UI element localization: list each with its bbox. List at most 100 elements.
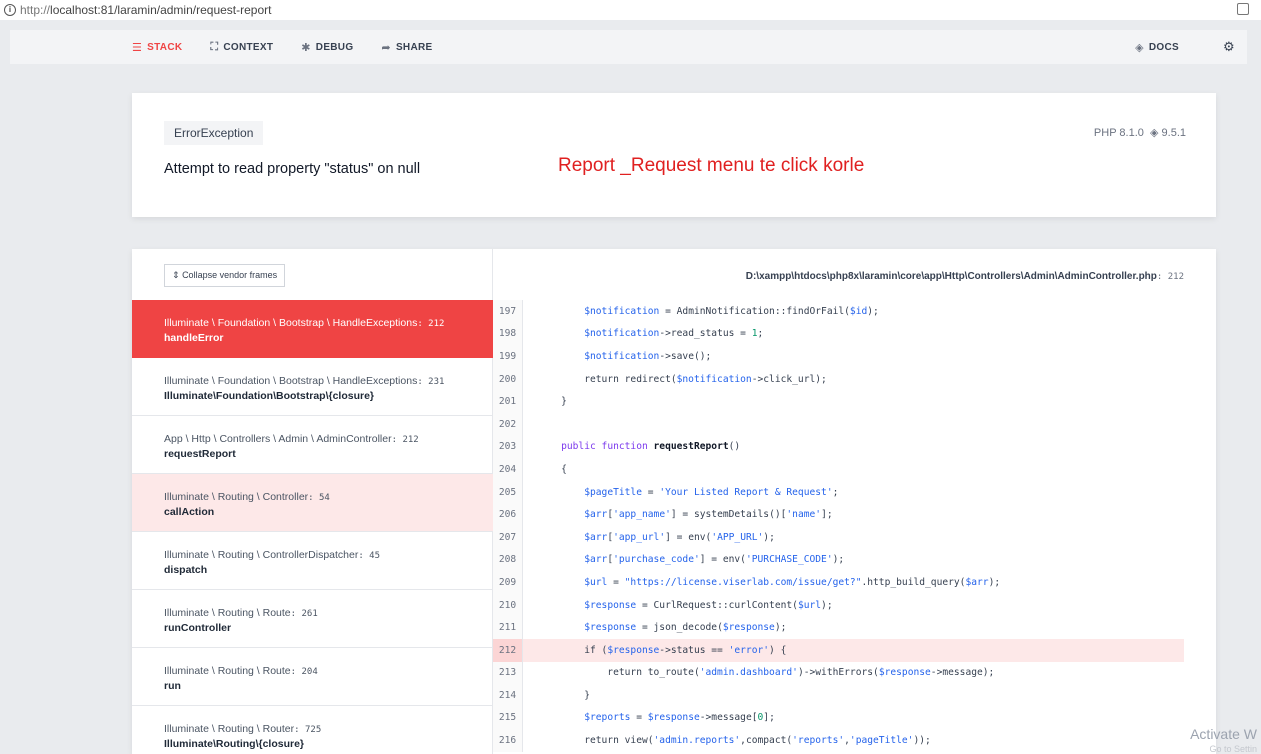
code-line: 203 public function requestReport() <box>493 435 1216 459</box>
line-number[interactable]: 211 <box>493 616 523 639</box>
top-nav: ☰ STACK ⛶ CONTEXT ✱ DEBUG ➦ SHARE ◈ DOCS… <box>10 30 1247 64</box>
frame-class: Illuminate \ Routing \ Route: 204 <box>164 665 318 677</box>
version-info: PHP 8.1.0 ◈ 9.5.1 <box>1094 126 1186 139</box>
laravel-version: 9.5.1 <box>1161 127 1186 139</box>
bug-icon: ✱ <box>301 41 311 54</box>
frame-list: Illuminate \ Foundation \ Bootstrap \ Ha… <box>132 300 493 754</box>
line-number[interactable]: 200 <box>493 367 523 391</box>
error-header-card: ErrorException Attempt to read property … <box>132 93 1216 217</box>
line-code: { <box>538 463 567 475</box>
url-scheme: http:// <box>20 3 51 17</box>
php-version: PHP 8.1.0 <box>1093 127 1144 139</box>
frame-function: callAction <box>164 506 215 518</box>
line-number[interactable]: 206 <box>493 503 523 526</box>
line-number[interactable]: 210 <box>493 593 523 617</box>
line-number[interactable]: 202 <box>493 412 523 436</box>
info-icon[interactable]: i <box>4 4 16 16</box>
code-lines: 197 $notification = AdminNotification::f… <box>493 300 1216 752</box>
line-number[interactable]: 201 <box>493 390 523 413</box>
frame-function: Illuminate\Routing\{closure} <box>164 738 305 750</box>
stack-icon: ☰ <box>132 41 143 54</box>
code-line: 213 return to_route('admin.dashboard')->… <box>493 661 1216 685</box>
code-line: 215 $reports = $response->message[0]; <box>493 706 1216 730</box>
frame-class: Illuminate \ Routing \ Route: 261 <box>164 607 318 619</box>
windows-activation-watermark: Activate W <box>1190 726 1257 742</box>
line-number[interactable]: 203 <box>493 435 523 459</box>
line-number[interactable]: 213 <box>493 661 523 685</box>
line-code: if ($response->status == 'error') { <box>538 644 787 656</box>
frame-class: Illuminate \ Routing \ Router: 725 <box>164 723 322 735</box>
laravel-icon: ◈ <box>1135 41 1144 54</box>
stack-frame[interactable]: Illuminate \ Routing \ Route: 261 runCont… <box>132 590 493 648</box>
code-line: 209 $url = "https://license.viserlab.com… <box>493 571 1216 594</box>
code-line: 201 } <box>493 390 1216 413</box>
stack-trace-card: ⇕ Collapse vendor frames Illuminate \ Fo… <box>132 249 1216 754</box>
stack-frame[interactable]: Illuminate \ Routing \ Controller: 54 cal… <box>132 474 493 532</box>
nav-stack[interactable]: ☰ STACK <box>132 41 182 54</box>
exception-type-badge: ErrorException <box>164 121 264 145</box>
code-line: 200 return redirect($notification->click… <box>493 367 1216 391</box>
nav-context[interactable]: ⛶ CONTEXT <box>210 41 273 54</box>
code-line: 197 $notification = AdminNotification::f… <box>493 300 1216 323</box>
stack-frame[interactable]: Illuminate \ Routing \ Route: 204 run <box>132 648 493 706</box>
line-number[interactable]: 205 <box>493 480 523 504</box>
frame-function: requestReport <box>164 448 236 460</box>
windows-activation-subtext: Go to Settin <box>1209 744 1257 754</box>
frame-function: Illuminate\Foundation\Bootstrap\{closure… <box>164 390 375 402</box>
line-code: public function requestReport() <box>561 441 741 453</box>
line-code: $notification->read_status = 1; <box>584 328 764 340</box>
line-code: } <box>538 396 567 408</box>
line-code: return to_route('admin.dashboard')->with… <box>538 667 995 679</box>
line-number[interactable]: 212 <box>493 638 523 662</box>
line-number[interactable]: 207 <box>493 525 523 549</box>
line-code: $url = "https://license.viserlab.com/iss… <box>584 576 1001 588</box>
context-icon: ⛶ <box>210 40 219 53</box>
stack-frame[interactable]: Illuminate \ Foundation \ Bootstrap \ Ha… <box>132 358 493 416</box>
laravel-icon: ◈ <box>1150 127 1159 139</box>
frame-class: Illuminate \ Foundation \ Bootstrap \ Ha… <box>164 375 445 387</box>
stack-frame[interactable]: Illuminate \ Routing \ ControllerDispatc… <box>132 532 493 590</box>
line-code: $arr['purchase_code'] = env('PURCHASE_CO… <box>584 554 845 566</box>
line-code: } <box>538 689 590 701</box>
line-code: $notification->save(); <box>584 350 712 362</box>
stack-frame[interactable]: App \ Http \ Controllers \ Admin \ Admin… <box>132 416 493 474</box>
share-icon[interactable] <box>1237 3 1249 15</box>
line-number[interactable]: 208 <box>493 548 523 572</box>
line-number[interactable]: 215 <box>493 706 523 730</box>
line-code: $response = json_decode($response); <box>584 622 787 634</box>
line-code: $arr['app_name'] = systemDetails()['name… <box>584 509 833 521</box>
line-code: $response = CurlRequest::curlContent($ur… <box>584 599 833 611</box>
code-line: 206 $arr['app_name'] = systemDetails()['… <box>493 503 1216 526</box>
frame-class: Illuminate \ Foundation \ Bootstrap \ Ha… <box>164 317 445 329</box>
line-code: $notification = AdminNotification::findO… <box>584 305 879 317</box>
line-code: return redirect($notification->click_url… <box>538 373 827 385</box>
frames-panel: ⇕ Collapse vendor frames Illuminate \ Fo… <box>132 249 493 754</box>
exception-message: Attempt to read property "status" on nul… <box>164 161 421 177</box>
code-line: 198 $notification->read_status = 1; <box>493 322 1216 346</box>
line-code: return view('admin.reports',compact('rep… <box>538 735 931 747</box>
collapse-vendor-frames-button[interactable]: ⇕ Collapse vendor frames <box>164 264 286 287</box>
nav-docs[interactable]: ◈ DOCS <box>1135 41 1179 54</box>
line-number[interactable]: 197 <box>493 300 523 323</box>
address-bar[interactable]: i http:// localhost:81/laramin/admin/req… <box>0 0 1261 20</box>
line-number[interactable]: 204 <box>493 458 523 481</box>
file-path[interactable]: D:\xampp\htdocs\php8x\laramin\core\app\H… <box>746 271 1184 282</box>
code-line: 216 return view('admin.reports',compact(… <box>493 729 1216 752</box>
frame-class: Illuminate \ Routing \ Controller: 54 <box>164 491 330 503</box>
gear-icon[interactable]: ⚙ <box>1223 39 1235 55</box>
nav-debug[interactable]: ✱ DEBUG <box>301 41 353 54</box>
code-line: 214 } <box>493 684 1216 707</box>
line-number[interactable]: 214 <box>493 684 523 707</box>
nav-share[interactable]: ➦ SHARE <box>381 41 432 54</box>
code-line: 204 { <box>493 458 1216 481</box>
line-number[interactable]: 209 <box>493 571 523 594</box>
line-code: $arr['app_url'] = env('APP_URL'); <box>584 531 775 543</box>
code-line: 207 $arr['app_url'] = env('APP_URL'); <box>493 525 1216 549</box>
stack-frame[interactable]: Illuminate \ Foundation \ Bootstrap \ Ha… <box>132 300 493 358</box>
line-number[interactable]: 198 <box>493 322 523 346</box>
line-code: $pageTitle = 'Your Listed Report & Reque… <box>584 486 839 498</box>
line-number[interactable]: 216 <box>493 729 523 752</box>
line-number[interactable]: 199 <box>493 345 523 368</box>
code-line: 212 if ($response->status == 'error') { <box>493 638 1184 662</box>
stack-frame[interactable]: Illuminate \ Routing \ Router: 725 Illumi… <box>132 706 493 754</box>
